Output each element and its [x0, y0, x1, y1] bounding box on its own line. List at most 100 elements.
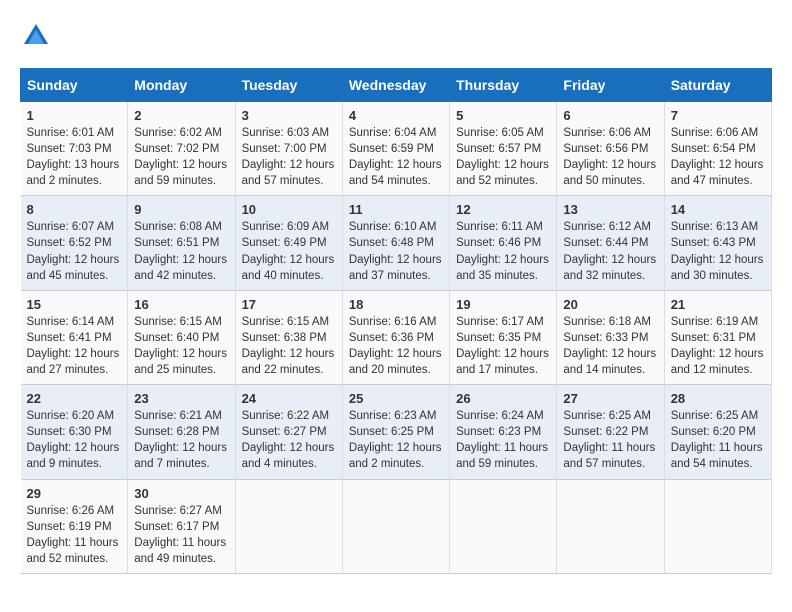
logo-icon [20, 20, 52, 52]
day-number: 29 [27, 486, 122, 501]
day-number: 1 [27, 108, 122, 123]
cell-details: Sunrise: 6:06 AMSunset: 6:56 PMDaylight:… [563, 127, 656, 187]
col-sunday: Sunday [21, 69, 128, 102]
week-row-2: 8 Sunrise: 6:07 AMSunset: 6:52 PMDaylight… [21, 196, 772, 290]
cell-4-7: 28 Sunrise: 6:25 AMSunset: 6:20 PMDayligh… [664, 385, 771, 479]
cell-details: Sunrise: 6:15 AMSunset: 6:38 PMDaylight:… [242, 316, 335, 376]
day-number: 18 [349, 297, 443, 312]
day-number: 12 [456, 202, 550, 217]
logo [20, 20, 56, 52]
day-number: 24 [242, 391, 336, 406]
cell-2-4: 11Sunrise: 6:10 AMSunset: 6:48 PMDayligh… [342, 196, 449, 290]
day-number: 6 [563, 108, 657, 123]
day-number: 11 [349, 202, 443, 217]
cell-3-3: 17 Sunrise: 6:15 AMSunset: 6:38 PMDayligh… [235, 290, 342, 384]
cell-1-5: 5Sunrise: 6:05 AMSunset: 6:57 PMDaylight… [450, 102, 557, 196]
cell-4-4: 25 Sunrise: 6:23 AMSunset: 6:25 PMDayligh… [342, 385, 449, 479]
cell-details: Sunrise: 6:23 AMSunset: 6:25 PMDaylight:… [349, 410, 442, 470]
cell-2-6: 13 Sunrise: 6:12 AMSunset: 6:44 PMDayligh… [557, 196, 664, 290]
day-number: 8 [27, 202, 122, 217]
cell-3-7: 21 Sunrise: 6:19 AMSunset: 6:31 PMDayligh… [664, 290, 771, 384]
day-number: 21 [671, 297, 765, 312]
day-number: 14 [671, 202, 765, 217]
page-header [20, 20, 772, 52]
day-number: 10 [242, 202, 336, 217]
cell-4-1: 22 Sunrise: 6:20 AMSunset: 6:30 PMDayligh… [21, 385, 128, 479]
cell-3-5: 19 Sunrise: 6:17 AMSunset: 6:35 PMDayligh… [450, 290, 557, 384]
day-number: 3 [242, 108, 336, 123]
day-number: 9 [134, 202, 228, 217]
day-number: 22 [27, 391, 122, 406]
cell-details: Sunrise: 6:18 AMSunset: 6:33 PMDaylight:… [563, 316, 656, 376]
header-row: Sunday Monday Tuesday Wednesday Thursday… [21, 69, 772, 102]
cell-details: Sunrise: 6:22 AMSunset: 6:27 PMDaylight:… [242, 410, 335, 470]
cell-5-1: 29 Sunrise: 6:26 AMSunset: 6:19 PMDayligh… [21, 479, 128, 573]
cell-1-6: 6 Sunrise: 6:06 AMSunset: 6:56 PMDaylight… [557, 102, 664, 196]
cell-5-4 [342, 479, 449, 573]
cell-details: Sunrise: 6:19 AMSunset: 6:31 PMDaylight:… [671, 316, 764, 376]
cell-details: Sunrise: 6:03 AMSunset: 7:00 PMDaylight:… [242, 127, 335, 187]
day-number: 17 [242, 297, 336, 312]
cell-details: Sunrise: 6:02 AMSunset: 7:02 PMDaylight:… [134, 127, 227, 187]
day-number: 28 [671, 391, 765, 406]
cell-details: Sunrise: 6:01 AMSunset: 7:03 PMDaylight:… [27, 127, 120, 187]
cell-4-5: 26Sunrise: 6:24 AMSunset: 6:23 PMDayligh… [450, 385, 557, 479]
day-number: 19 [456, 297, 550, 312]
cell-details: Sunrise: 6:08 AMSunset: 6:51 PMDaylight:… [134, 221, 227, 281]
cell-5-3 [235, 479, 342, 573]
cell-details: Sunrise: 6:20 AMSunset: 6:30 PMDaylight:… [27, 410, 120, 470]
day-number: 16 [134, 297, 228, 312]
day-number: 30 [134, 486, 228, 501]
cell-1-1: 1 Sunrise: 6:01 AMSunset: 7:03 PMDaylight… [21, 102, 128, 196]
cell-details: Sunrise: 6:12 AMSunset: 6:44 PMDaylight:… [563, 221, 656, 281]
cell-5-6 [557, 479, 664, 573]
cell-4-6: 27 Sunrise: 6:25 AMSunset: 6:22 PMDayligh… [557, 385, 664, 479]
cell-details: Sunrise: 6:11 AMSunset: 6:46 PMDaylight:… [456, 221, 549, 281]
cell-details: Sunrise: 6:04 AMSunset: 6:59 PMDaylight:… [349, 127, 442, 187]
day-number: 4 [349, 108, 443, 123]
cell-1-7: 7Sunrise: 6:06 AMSunset: 6:54 PMDaylight… [664, 102, 771, 196]
cell-3-1: 15 Sunrise: 6:14 AMSunset: 6:41 PMDayligh… [21, 290, 128, 384]
cell-details: Sunrise: 6:09 AMSunset: 6:49 PMDaylight:… [242, 221, 335, 281]
cell-details: Sunrise: 6:13 AMSunset: 6:43 PMDaylight:… [671, 221, 764, 281]
col-thursday: Thursday [450, 69, 557, 102]
cell-details: Sunrise: 6:21 AMSunset: 6:28 PMDaylight:… [134, 410, 227, 470]
day-number: 23 [134, 391, 228, 406]
week-row-5: 29 Sunrise: 6:26 AMSunset: 6:19 PMDayligh… [21, 479, 772, 573]
cell-3-2: 16 Sunrise: 6:15 AMSunset: 6:40 PMDayligh… [128, 290, 235, 384]
cell-details: Sunrise: 6:26 AMSunset: 6:19 PMDaylight:… [27, 505, 119, 565]
cell-2-3: 10 Sunrise: 6:09 AMSunset: 6:49 PMDayligh… [235, 196, 342, 290]
cell-5-7 [664, 479, 771, 573]
cell-1-3: 3 Sunrise: 6:03 AMSunset: 7:00 PMDaylight… [235, 102, 342, 196]
cell-2-1: 8 Sunrise: 6:07 AMSunset: 6:52 PMDaylight… [21, 196, 128, 290]
col-saturday: Saturday [664, 69, 771, 102]
col-monday: Monday [128, 69, 235, 102]
cell-1-4: 4 Sunrise: 6:04 AMSunset: 6:59 PMDaylight… [342, 102, 449, 196]
col-friday: Friday [557, 69, 664, 102]
cell-details: Sunrise: 6:27 AMSunset: 6:17 PMDaylight:… [134, 505, 226, 565]
cell-5-2: 30 Sunrise: 6:27 AMSunset: 6:17 PMDayligh… [128, 479, 235, 573]
week-row-1: 1 Sunrise: 6:01 AMSunset: 7:03 PMDaylight… [21, 102, 772, 196]
cell-5-5 [450, 479, 557, 573]
cell-2-7: 14 Sunrise: 6:13 AMSunset: 6:43 PMDayligh… [664, 196, 771, 290]
day-number: 26 [456, 391, 550, 406]
cell-details: Sunrise: 6:25 AMSunset: 6:22 PMDaylight:… [563, 410, 655, 470]
cell-details: Sunrise: 6:07 AMSunset: 6:52 PMDaylight:… [27, 221, 120, 281]
calendar-table: Sunday Monday Tuesday Wednesday Thursday… [20, 68, 772, 574]
cell-details: Sunrise: 6:15 AMSunset: 6:40 PMDaylight:… [134, 316, 227, 376]
cell-1-2: 2Sunrise: 6:02 AMSunset: 7:02 PMDaylight… [128, 102, 235, 196]
cell-details: Sunrise: 6:16 AMSunset: 6:36 PMDaylight:… [349, 316, 442, 376]
week-row-3: 15 Sunrise: 6:14 AMSunset: 6:41 PMDayligh… [21, 290, 772, 384]
cell-details: Sunrise: 6:25 AMSunset: 6:20 PMDaylight:… [671, 410, 763, 470]
cell-details: Sunrise: 6:14 AMSunset: 6:41 PMDaylight:… [27, 316, 120, 376]
cell-3-6: 20Sunrise: 6:18 AMSunset: 6:33 PMDayligh… [557, 290, 664, 384]
day-number: 25 [349, 391, 443, 406]
cell-details: Sunrise: 6:06 AMSunset: 6:54 PMDaylight:… [671, 127, 764, 187]
day-number: 27 [563, 391, 657, 406]
cell-details: Sunrise: 6:17 AMSunset: 6:35 PMDaylight:… [456, 316, 549, 376]
day-number: 13 [563, 202, 657, 217]
col-wednesday: Wednesday [342, 69, 449, 102]
week-row-4: 22 Sunrise: 6:20 AMSunset: 6:30 PMDayligh… [21, 385, 772, 479]
day-number: 15 [27, 297, 122, 312]
day-number: 5 [456, 108, 550, 123]
